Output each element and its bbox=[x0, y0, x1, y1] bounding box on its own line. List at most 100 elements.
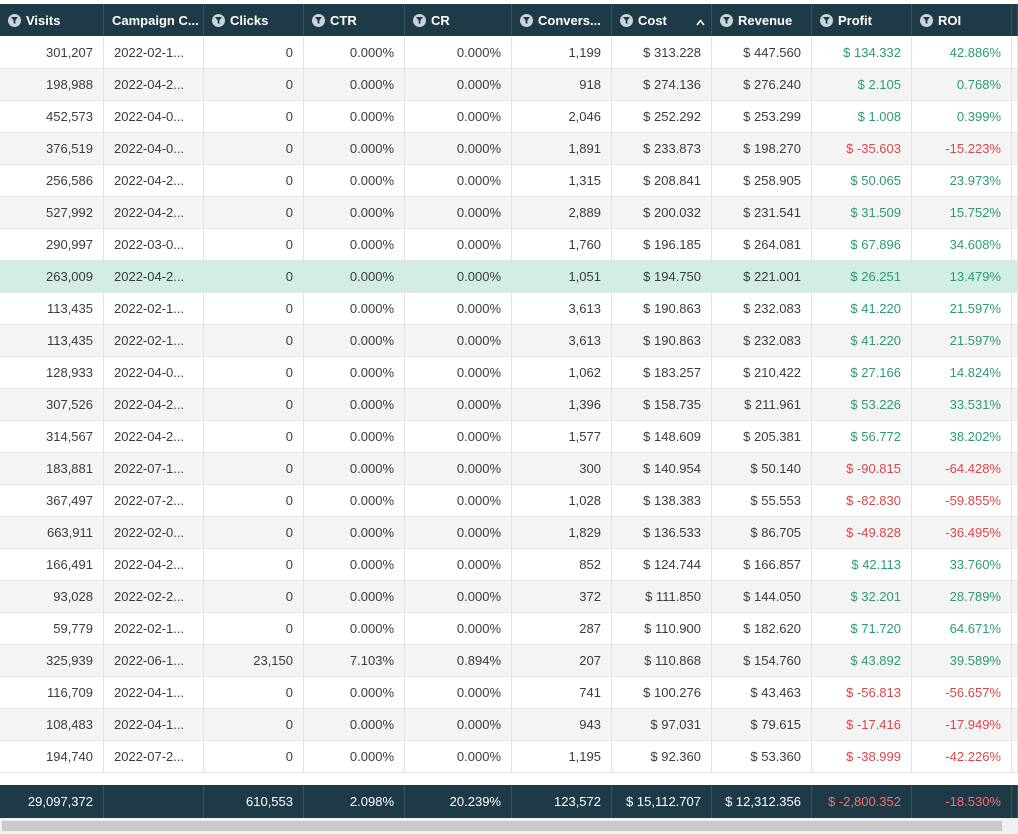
cell-ctr[interactable]: 0.000% bbox=[304, 69, 405, 100]
cell-cost[interactable]: $ 200.032 bbox=[612, 197, 712, 228]
cell-profit[interactable]: $ 53.226 bbox=[812, 389, 912, 420]
table-row[interactable]: 325,939 2022-06-1... 23,150 7.103% 0.894% 207… bbox=[0, 645, 1018, 677]
cell-clicks[interactable]: 0 bbox=[204, 709, 304, 740]
cell-cost[interactable]: $ 183.257 bbox=[612, 357, 712, 388]
column-header-cr[interactable]: CR bbox=[405, 4, 512, 36]
cell-campaign[interactable]: 2022-07-2... bbox=[104, 485, 204, 516]
cell-visits[interactable]: 367,497 bbox=[0, 485, 104, 516]
cell-visits[interactable]: 59,779 bbox=[0, 613, 104, 644]
cell-campaign[interactable]: 2022-02-2... bbox=[104, 581, 204, 612]
cell-cr[interactable]: 0.000% bbox=[405, 293, 512, 324]
cell-conv[interactable]: 287 bbox=[512, 613, 612, 644]
cell-profit[interactable]: $ -35.603 bbox=[812, 133, 912, 164]
cell-ctr[interactable]: 0.000% bbox=[304, 197, 405, 228]
cell-revenue[interactable]: $ 144.050 bbox=[712, 581, 812, 612]
cell-cost[interactable]: $ 110.900 bbox=[612, 613, 712, 644]
cell-revenue[interactable]: $ 43.463 bbox=[712, 677, 812, 708]
cell-revenue[interactable]: $ 210.422 bbox=[712, 357, 812, 388]
cell-revenue[interactable]: $ 55.553 bbox=[712, 485, 812, 516]
table-row[interactable]: 527,992 2022-04-2... 0 0.000% 0.000% 2,889 $ 2… bbox=[0, 197, 1018, 229]
cell-campaign[interactable]: 2022-03-0... bbox=[104, 229, 204, 260]
cell-roi[interactable]: -64.428% bbox=[912, 453, 1012, 484]
table-row[interactable]: 93,028 2022-02-2... 0 0.000% 0.000% 372 $ 111.… bbox=[0, 581, 1018, 613]
filter-icon[interactable] bbox=[520, 13, 533, 27]
table-row[interactable]: 198,988 2022-04-2... 0 0.000% 0.000% 918 $ 274… bbox=[0, 69, 1018, 101]
cell-campaign[interactable]: 2022-04-0... bbox=[104, 357, 204, 388]
cell-roi[interactable]: 42.886% bbox=[912, 37, 1012, 68]
column-header-roi[interactable]: ROI bbox=[912, 4, 1012, 36]
cell-ctr[interactable]: 0.000% bbox=[304, 357, 405, 388]
cell-cost[interactable]: $ 190.863 bbox=[612, 293, 712, 324]
cell-profit[interactable]: $ 42.113 bbox=[812, 549, 912, 580]
column-header-clicks[interactable]: Clicks bbox=[204, 4, 304, 36]
cell-conv[interactable]: 918 bbox=[512, 69, 612, 100]
cell-cr[interactable]: 0.000% bbox=[405, 549, 512, 580]
cell-revenue[interactable]: $ 211.961 bbox=[712, 389, 812, 420]
cell-visits[interactable]: 527,992 bbox=[0, 197, 104, 228]
cell-visits[interactable]: 376,519 bbox=[0, 133, 104, 164]
cell-ctr[interactable]: 0.000% bbox=[304, 293, 405, 324]
cell-profit[interactable]: $ -17.416 bbox=[812, 709, 912, 740]
cell-campaign[interactable]: 2022-04-2... bbox=[104, 165, 204, 196]
table-row[interactable]: 183,881 2022-07-1... 0 0.000% 0.000% 300 $ 140… bbox=[0, 453, 1018, 485]
cell-visits[interactable]: 307,526 bbox=[0, 389, 104, 420]
cell-revenue[interactable]: $ 166.857 bbox=[712, 549, 812, 580]
cell-clicks[interactable]: 0 bbox=[204, 421, 304, 452]
cell-revenue[interactable]: $ 86.705 bbox=[712, 517, 812, 548]
cell-ctr[interactable]: 0.000% bbox=[304, 709, 405, 740]
cell-ctr[interactable]: 0.000% bbox=[304, 421, 405, 452]
cell-ctr[interactable]: 0.000% bbox=[304, 101, 405, 132]
cell-campaign[interactable]: 2022-02-1... bbox=[104, 37, 204, 68]
cell-roi[interactable]: 64.671% bbox=[912, 613, 1012, 644]
cell-visits[interactable]: 301,207 bbox=[0, 37, 104, 68]
cell-ctr[interactable]: 0.000% bbox=[304, 261, 405, 292]
cell-cost[interactable]: $ 124.744 bbox=[612, 549, 712, 580]
cell-profit[interactable]: $ 41.220 bbox=[812, 325, 912, 356]
cell-conv[interactable]: 1,195 bbox=[512, 741, 612, 772]
column-header-profit[interactable]: Profit bbox=[812, 4, 912, 36]
table-row[interactable]: 663,911 2022-02-0... 0 0.000% 0.000% 1,829 $ 1… bbox=[0, 517, 1018, 549]
cell-revenue[interactable]: $ 221.001 bbox=[712, 261, 812, 292]
cell-clicks[interactable]: 0 bbox=[204, 549, 304, 580]
cell-campaign[interactable]: 2022-06-1... bbox=[104, 645, 204, 676]
cell-roi[interactable]: 33.531% bbox=[912, 389, 1012, 420]
column-header-visits[interactable]: Visits bbox=[0, 4, 104, 36]
cell-ctr[interactable]: 0.000% bbox=[304, 453, 405, 484]
cell-ctr[interactable]: 0.000% bbox=[304, 581, 405, 612]
cell-cost[interactable]: $ 158.735 bbox=[612, 389, 712, 420]
cell-clicks[interactable]: 0 bbox=[204, 197, 304, 228]
cell-conv[interactable]: 1,396 bbox=[512, 389, 612, 420]
cell-campaign[interactable]: 2022-04-2... bbox=[104, 197, 204, 228]
cell-conv[interactable]: 372 bbox=[512, 581, 612, 612]
filter-icon[interactable] bbox=[212, 13, 225, 27]
cell-profit[interactable]: $ 43.892 bbox=[812, 645, 912, 676]
cell-conv[interactable]: 1,062 bbox=[512, 357, 612, 388]
cell-conv[interactable]: 1,760 bbox=[512, 229, 612, 260]
cell-clicks[interactable]: 0 bbox=[204, 741, 304, 772]
cell-cost[interactable]: $ 100.276 bbox=[612, 677, 712, 708]
cell-roi[interactable]: 39.589% bbox=[912, 645, 1012, 676]
cell-ctr[interactable]: 0.000% bbox=[304, 389, 405, 420]
table-row[interactable]: 376,519 2022-04-0... 0 0.000% 0.000% 1,891 $ 2… bbox=[0, 133, 1018, 165]
cell-profit[interactable]: $ 41.220 bbox=[812, 293, 912, 324]
cell-campaign[interactable]: 2022-04-2... bbox=[104, 549, 204, 580]
cell-revenue[interactable]: $ 231.541 bbox=[712, 197, 812, 228]
cell-cost[interactable]: $ 274.136 bbox=[612, 69, 712, 100]
filter-icon[interactable] bbox=[920, 13, 933, 27]
filter-icon[interactable] bbox=[8, 13, 21, 27]
cell-roi[interactable]: 38.202% bbox=[912, 421, 1012, 452]
cell-visits[interactable]: 113,435 bbox=[0, 293, 104, 324]
cell-ctr[interactable]: 7.103% bbox=[304, 645, 405, 676]
cell-profit[interactable]: $ -38.999 bbox=[812, 741, 912, 772]
cell-cr[interactable]: 0.000% bbox=[405, 677, 512, 708]
table-row[interactable]: 108,483 2022-04-1... 0 0.000% 0.000% 943 $ 97.… bbox=[0, 709, 1018, 741]
cell-visits[interactable]: 290,997 bbox=[0, 229, 104, 260]
cell-roi[interactable]: 14.824% bbox=[912, 357, 1012, 388]
cell-cost[interactable]: $ 252.292 bbox=[612, 101, 712, 132]
table-row[interactable]: 307,526 2022-04-2... 0 0.000% 0.000% 1,396 $ 1… bbox=[0, 389, 1018, 421]
cell-revenue[interactable]: $ 79.615 bbox=[712, 709, 812, 740]
cell-conv[interactable]: 1,199 bbox=[512, 37, 612, 68]
cell-ctr[interactable]: 0.000% bbox=[304, 613, 405, 644]
cell-clicks[interactable]: 0 bbox=[204, 37, 304, 68]
cell-visits[interactable]: 256,586 bbox=[0, 165, 104, 196]
